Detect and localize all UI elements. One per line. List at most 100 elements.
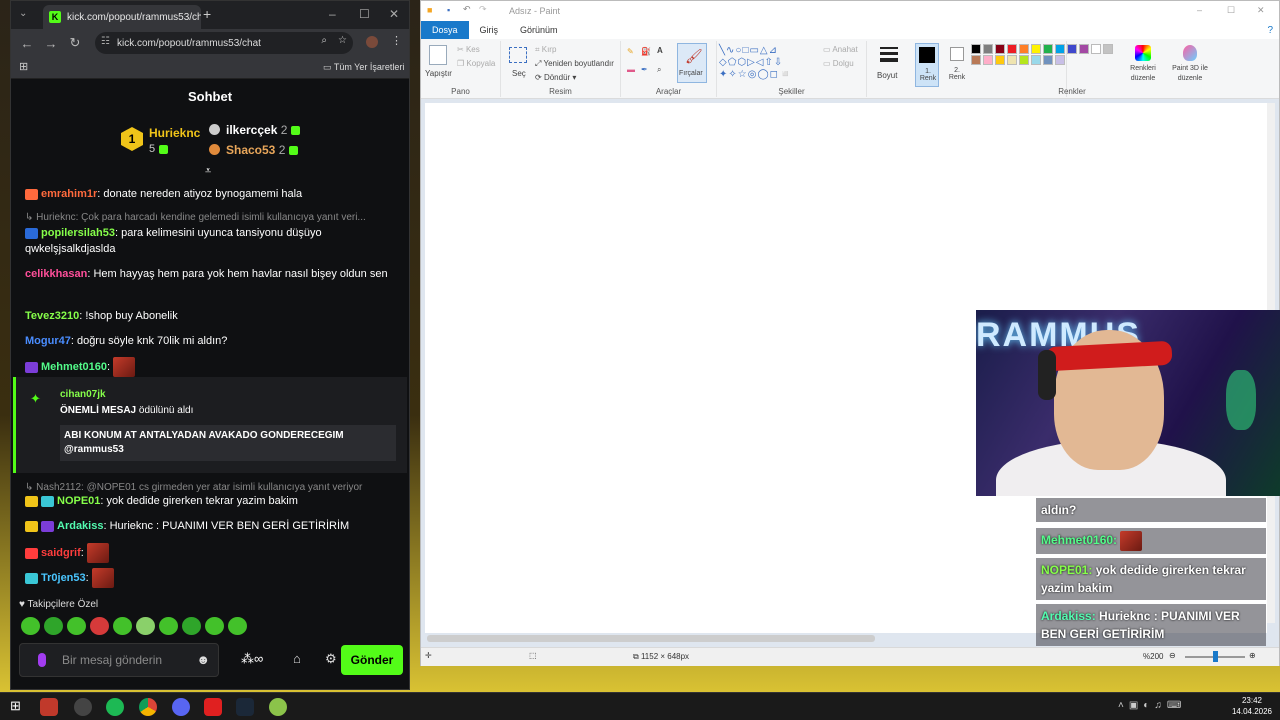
palette-swatch[interactable]	[1019, 44, 1029, 54]
chat-username[interactable]: saidgrif	[41, 547, 81, 559]
eraser-icon[interactable]: ▬	[627, 65, 635, 74]
paint-maximize-icon[interactable]: ☐	[1227, 5, 1235, 16]
emote-icon[interactable]	[67, 617, 86, 635]
leader-2[interactable]: ilkercçek 2	[226, 123, 301, 137]
tab-home[interactable]: Giriş	[469, 21, 510, 39]
chat-message-input[interactable]: Bir mesaj gönderin ☻	[19, 643, 219, 677]
brushes-button[interactable]: 🖌 Fırçalar	[677, 43, 707, 83]
paint-close-icon[interactable]: ✕	[1257, 5, 1265, 16]
reward-username[interactable]: cihan07jk	[60, 389, 106, 400]
fill-icon[interactable]: ⛽	[641, 47, 651, 56]
palette-swatch[interactable]	[1007, 44, 1017, 54]
minimize-icon[interactable]: –	[329, 7, 336, 21]
size-button[interactable]: Boyut	[877, 43, 899, 85]
magnifier-icon[interactable]: ⌕	[657, 65, 661, 75]
chat-username[interactable]: emrahim1r	[41, 188, 97, 200]
palette-swatch[interactable]	[1055, 55, 1065, 65]
cut-button[interactable]: ✂ Kes	[457, 45, 480, 54]
emote-icon[interactable]	[21, 617, 40, 635]
reload-icon[interactable]: ↻	[63, 35, 87, 51]
palette-swatch[interactable]	[1043, 55, 1053, 65]
save-icon[interactable]: ▪	[447, 5, 450, 15]
paint-minimize-icon[interactable]: –	[1197, 5, 1202, 15]
forward-icon[interactable]: →	[39, 36, 63, 51]
url-field[interactable]: ☷ kick.com/popout/rammus53/chat ⌕ ☆	[95, 32, 353, 54]
pencil-icon[interactable]: ✎	[627, 47, 634, 56]
redo-icon[interactable]: ↷	[479, 4, 487, 15]
chat-username[interactable]: popilersilah53	[41, 227, 115, 239]
apps-grid-icon[interactable]: ⊞	[19, 60, 28, 73]
select-icon[interactable]	[509, 47, 527, 63]
emote-icon[interactable]	[228, 617, 247, 635]
back-icon[interactable]: ←	[15, 36, 39, 51]
shapes-gallery[interactable]: ╲∿○□▭△⊿ ◇⬠⬡▷◁⇧⇩ ✦✧☆◎◯◻◽	[719, 45, 817, 85]
shop-icon[interactable]: ⌂	[293, 651, 301, 666]
palette-swatch[interactable]	[1031, 55, 1041, 65]
paste-icon[interactable]	[429, 45, 447, 65]
chrome-icon[interactable]	[139, 698, 157, 716]
copy-button[interactable]: ❐ Kopyala	[457, 59, 495, 68]
discord-icon[interactable]	[172, 698, 190, 716]
all-bookmarks-link[interactable]: ▭ Tüm Yer İşaretleri	[323, 62, 404, 73]
palette-swatch[interactable]	[1019, 55, 1029, 65]
tab-file[interactable]: Dosya	[421, 21, 469, 39]
chat-username[interactable]: Tevez3210	[25, 310, 79, 322]
palette-swatch[interactable]	[995, 55, 1005, 65]
palette-swatch[interactable]	[983, 44, 993, 54]
emote-icon[interactable]	[90, 617, 109, 635]
help-icon[interactable]: ?	[1267, 25, 1273, 36]
emote-icon[interactable]	[136, 617, 155, 635]
paste-button[interactable]: Yapıştır	[425, 69, 452, 78]
color2-button[interactable]: 2. Renk	[945, 43, 969, 87]
palette-swatch[interactable]	[995, 44, 1005, 54]
paint3d-button[interactable]: Paint 3D ile düzenle	[1165, 43, 1215, 87]
leader-1-name[interactable]: Hurieknc	[149, 126, 200, 140]
chat-username[interactable]: celikkhasan	[25, 268, 87, 280]
fill-button[interactable]: ▭ Dolgu	[823, 59, 854, 68]
close-window-icon[interactable]: ✕	[389, 7, 399, 21]
collapse-chevron-icon[interactable]: ⩡	[205, 165, 211, 178]
clock[interactable]: 23:42 14.04.2026	[1232, 695, 1272, 717]
menu-kebab-icon[interactable]: ⋮	[391, 34, 402, 47]
rotate-button[interactable]: ⟳ Döndür ▾	[535, 73, 576, 82]
bookmark-star-icon[interactable]: ☆	[338, 35, 347, 46]
palette-swatch[interactable]	[983, 55, 993, 65]
browser-tab[interactable]: K kick.com/popout/rammus53/ch ✕	[43, 5, 201, 29]
zoom-icon[interactable]: ⌕	[321, 35, 327, 46]
resize-button[interactable]: ⤢ Yeniden boyutlandır	[535, 59, 614, 69]
collab-icon[interactable]: ⁂∞	[241, 651, 263, 667]
palette-swatch[interactable]	[1031, 44, 1041, 54]
start-icon[interactable]: ⊞	[10, 698, 21, 714]
chat-username[interactable]: Ardakiss	[57, 520, 103, 532]
settings-gear-icon[interactable]: ⚙	[325, 651, 337, 667]
tab-view[interactable]: Görünüm	[509, 21, 569, 39]
mic-icon[interactable]	[38, 653, 46, 667]
new-tab-button[interactable]: +	[203, 6, 211, 22]
emote-icon[interactable]	[205, 617, 224, 635]
chat-username[interactable]: NOPE01	[57, 495, 100, 507]
palette-swatch[interactable]	[971, 44, 981, 54]
color1-button[interactable]: 1. Renk	[915, 43, 939, 87]
palette-swatch[interactable]	[1055, 44, 1065, 54]
emote-icon[interactable]	[113, 617, 132, 635]
youtube-icon[interactable]	[204, 698, 222, 716]
crop-button[interactable]: ⌗ Kırp	[535, 45, 556, 55]
app-icon[interactable]	[74, 698, 92, 716]
send-button[interactable]: Gönder	[341, 645, 403, 675]
text-icon[interactable]: A	[657, 46, 663, 55]
select-button[interactable]: Seç	[512, 69, 526, 78]
spotify-icon[interactable]	[106, 698, 124, 716]
undo-icon[interactable]: ↶	[463, 4, 471, 15]
system-tray-icons[interactable]: ˄▣◐♫⌨	[1118, 700, 1186, 711]
palette-swatch[interactable]	[1043, 44, 1053, 54]
steam-icon[interactable]	[236, 698, 254, 716]
edit-colors-button[interactable]: Renkleri düzenle	[1125, 43, 1161, 87]
color-picker-icon[interactable]: ✒	[641, 65, 648, 74]
app-icon[interactable]	[40, 698, 58, 716]
horizontal-scrollbar[interactable]	[427, 635, 875, 642]
outline-button[interactable]: ▭ Anahat	[823, 45, 858, 54]
emoji-icon[interactable]: ☻	[196, 652, 210, 667]
profile-avatar[interactable]	[366, 36, 378, 48]
maximize-icon[interactable]: ☐	[359, 7, 370, 21]
chat-username[interactable]: Mogur47	[25, 335, 71, 347]
